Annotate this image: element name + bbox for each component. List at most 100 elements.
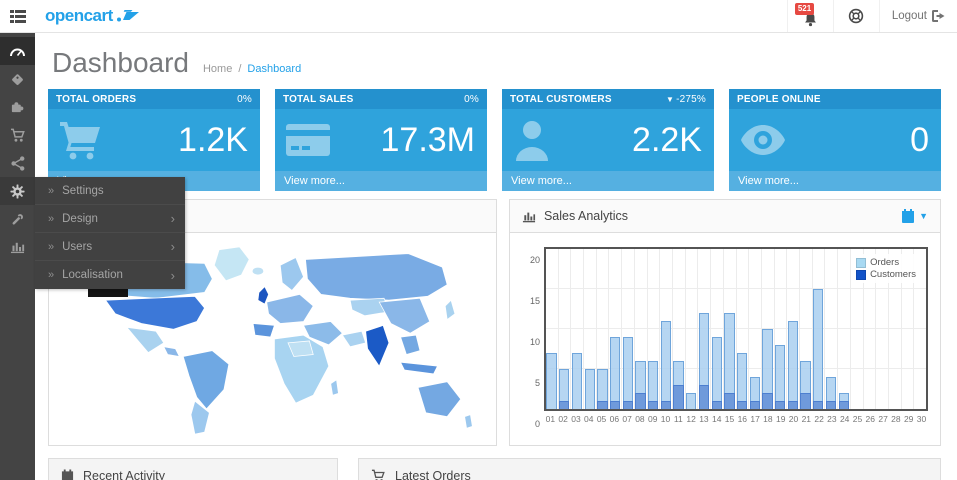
menu-item-localisation[interactable]: » Localisation › [35, 261, 185, 289]
sidebar-item-reports[interactable] [0, 233, 35, 261]
customers-bar [623, 401, 633, 409]
view-more-link[interactable]: View more... [738, 175, 799, 187]
customers-bar [800, 393, 810, 409]
sidebar-item-extensions[interactable] [0, 93, 35, 121]
chart-slot [559, 249, 572, 409]
shopping-cart-icon [58, 119, 104, 161]
globe-icon [848, 8, 864, 24]
chart-y-tick: 10 [520, 337, 540, 347]
map-country [252, 267, 264, 275]
chart-x-tick: 19 [774, 414, 787, 424]
chart-slot [609, 249, 622, 409]
puzzle-piece-icon [10, 100, 25, 114]
sales-analytics-header: Sales Analytics ▼ [510, 200, 940, 233]
customers-bar [737, 401, 747, 409]
tile-value: 0 [910, 121, 929, 160]
sales-chart-body: Orders Customers 01020304050607080910111… [510, 233, 940, 424]
legend-orders: Orders [856, 257, 916, 268]
menu-item-users[interactable]: » Users › [35, 233, 185, 261]
tile-total-sales: TOTAL SALES 0% 17.3M View [275, 89, 487, 191]
logout-button[interactable]: Logout [879, 0, 957, 32]
customers-bar [712, 401, 722, 409]
customers-bar [610, 401, 620, 409]
orders-bar [623, 337, 633, 409]
calendar-icon [61, 469, 74, 480]
menu-item-settings[interactable]: » Settings [35, 177, 185, 205]
sidebar-item-marketing[interactable] [0, 149, 35, 177]
map-country [106, 296, 205, 329]
customers-bar [648, 401, 658, 409]
customers-bar [788, 401, 798, 409]
chart-x-tick: 24 [838, 414, 851, 424]
sidebar-item-catalog[interactable] [0, 65, 35, 93]
logo-cart-icon [116, 8, 140, 22]
customers-bar [762, 393, 772, 409]
customers-bar [750, 401, 760, 409]
sidebar-item-system[interactable] [0, 177, 35, 205]
sidebar-item-sales[interactable] [0, 121, 35, 149]
recent-activity-header: Recent Activity [49, 459, 337, 480]
chart-x-tick: 17 [749, 414, 762, 424]
chart-x-tick: 18 [762, 414, 775, 424]
customers-bar [673, 385, 683, 409]
map-country [305, 254, 447, 301]
map-country [401, 335, 420, 354]
credit-card-icon [285, 122, 331, 158]
map-country [164, 347, 180, 357]
customers-bar [559, 401, 569, 409]
view-more-link[interactable]: View more... [284, 175, 345, 187]
latest-orders-header: Latest Orders [359, 459, 940, 480]
customers-bar [839, 401, 849, 409]
orders-bar [775, 345, 785, 409]
chart-x-tick: 20 [787, 414, 800, 424]
breadcrumb-home[interactable]: Home [203, 63, 232, 75]
chart-x-tick: 15 [723, 414, 736, 424]
tile-total-orders: TOTAL ORDERS 0% 1.2K View more... [48, 89, 260, 191]
chart-slot [762, 249, 775, 409]
chart-slot [660, 249, 673, 409]
opencart-logo[interactable]: opencart [45, 0, 140, 32]
tile-label: PEOPLE ONLINE [737, 94, 821, 105]
map-country [258, 287, 269, 304]
sidebar-nav [0, 33, 35, 480]
orders-bar [610, 337, 620, 409]
chart-x-tick: 07 [621, 414, 634, 424]
chevron-right-icon: › [171, 211, 175, 226]
bottom-row: Recent Activity Latest Orders [48, 458, 941, 480]
chart-slot [571, 249, 584, 409]
tile-value: 2.2K [632, 121, 702, 160]
sidebar-item-dashboard[interactable] [0, 37, 35, 65]
chart-slot [813, 249, 826, 409]
page-header: Dashboard Home / Dashboard [48, 43, 941, 89]
logout-label: Logout [892, 10, 927, 22]
map-country [267, 294, 314, 323]
view-more-link[interactable]: View more... [511, 175, 572, 187]
sidebar-item-tools[interactable] [0, 205, 35, 233]
tag-icon [10, 72, 25, 87]
recent-activity-title: Recent Activity [83, 469, 165, 480]
chart-x-tick: 29 [902, 414, 915, 424]
chart-x-tick: 14 [710, 414, 723, 424]
chart-slot [724, 249, 737, 409]
chart-x-tick: 10 [659, 414, 672, 424]
chart-x-tick: 05 [595, 414, 608, 424]
customers-bar [597, 401, 607, 409]
chart-slot [838, 249, 851, 409]
chart-plot-area: Orders Customers [544, 247, 928, 411]
menu-toggle-button[interactable] [0, 0, 35, 32]
menu-item-design[interactable]: » Design › [35, 205, 185, 233]
tile-people-online: PEOPLE ONLINE 0 View more... [729, 89, 941, 191]
system-flyout-menu: » Settings » Design › » Users › » Locali… [35, 177, 185, 289]
date-range-button[interactable]: ▼ [901, 209, 928, 223]
breadcrumb-current[interactable]: Dashboard [247, 63, 301, 75]
notifications-button[interactable]: 521 [787, 0, 833, 32]
help-button[interactable] [833, 0, 879, 32]
chart-x-tick: 25 [851, 414, 864, 424]
notification-badge: 521 [795, 3, 814, 15]
chart-x-tick: 02 [557, 414, 570, 424]
dashboard-gauge-icon [9, 44, 26, 58]
recent-activity-panel: Recent Activity [48, 458, 338, 480]
angle-double-right-icon: » [48, 269, 54, 281]
breadcrumb-separator: / [238, 63, 241, 75]
tile-value: 1.2K [178, 121, 248, 160]
